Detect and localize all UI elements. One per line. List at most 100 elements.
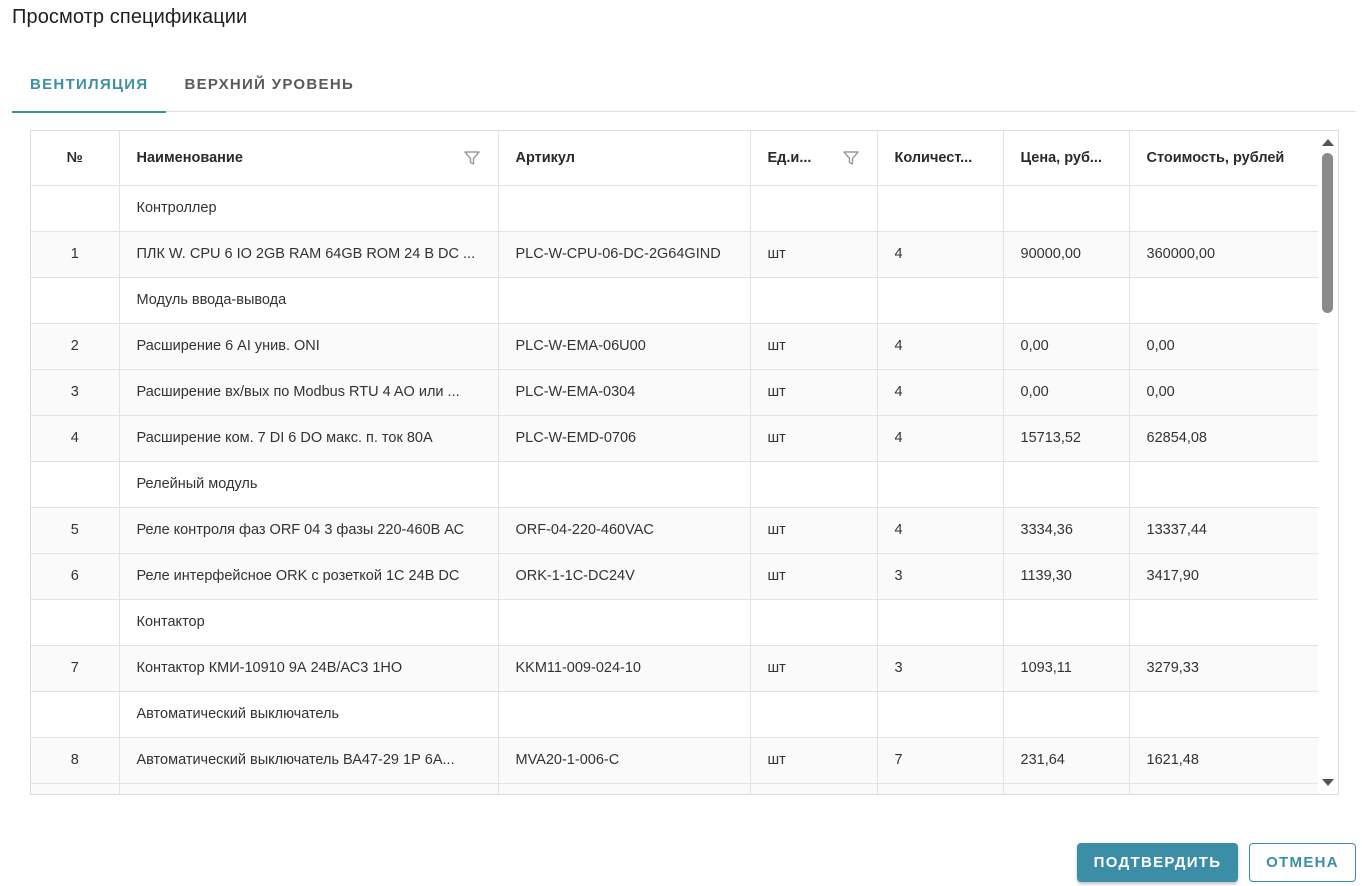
cell-name: Расширение ком. 7 DI 6 DO макс. п. ток 8… [119,415,499,462]
cell-unit: шт [750,323,878,370]
empty-cell [1129,691,1321,738]
table-row[interactable]: 7 Контактор КМИ-10910 9А 24В/АС3 1НО KKM11… [31,645,1321,692]
group-row[interactable]: Релейный модуль [31,461,1321,508]
tab-top-level[interactable]: ВЕРХНИЙ УРОВЕНЬ [166,56,372,112]
column-header-unit[interactable]: Ед.и... [750,131,878,186]
empty-cell [750,461,878,508]
column-header-number[interactable]: № [31,131,120,186]
empty-cell [877,277,1004,324]
cell-cost: 0,00 [1129,369,1321,416]
empty-cell [877,461,1004,508]
filter-icon[interactable] [842,149,860,167]
cancel-button[interactable]: ОТМЕНА [1249,843,1356,882]
cell-cost: 3279,33 [1129,645,1321,692]
confirm-button[interactable]: ПОДТВЕРДИТЬ [1077,843,1238,882]
cell-cost: 1621,48 [1129,737,1321,784]
empty-cell [31,277,120,324]
empty-cell [498,461,751,508]
filter-icon[interactable] [463,149,481,167]
cell-unit: шт [750,415,878,462]
cell-quantity: 4 [877,369,1004,416]
cell-article: ORK-1-1C-DC24V [498,553,751,600]
column-header-quantity[interactable]: Количест... [877,131,1004,186]
empty-cell [1003,691,1130,738]
scroll-down-arrow-icon[interactable] [1322,779,1334,786]
group-row[interactable]: Контактор [31,599,1321,646]
cell-quantity: 4 [877,507,1004,554]
scrollbar-thumb[interactable] [1322,153,1333,313]
tab-ventilation[interactable]: ВЕНТИЛЯЦИЯ [12,56,167,113]
cell-price: 0,00 [1003,369,1130,416]
group-label: Контактор [119,599,499,646]
column-header-name[interactable]: Наименование [119,131,499,186]
empty-cell [1003,461,1130,508]
cell-price: 0,00 [1003,323,1130,370]
cell-cost: 0,00 [1129,323,1321,370]
table-row[interactable]: 6 Реле интерфейсное ORK с розеткой 1С 24В… [31,553,1321,600]
empty-cell [1129,185,1321,232]
cell-cost: 3417,90 [1129,553,1321,600]
empty-cell [877,185,1004,232]
empty-cell [877,691,1004,738]
cell-cost: 62854,08 [1129,415,1321,462]
empty-cell [498,185,751,232]
table-row[interactable]: 3 Расширение вх/вых по Modbus RTU 4 AO ил… [31,369,1321,416]
cell-article: PLC-W-EMA-0304 [498,369,751,416]
table-row[interactable]: 1 ПЛК W. CPU 6 IO 2GB RAM 64GB ROM 24 В D… [31,231,1321,278]
vertical-scrollbar[interactable] [1318,131,1338,794]
cell-article: PLC-W-EMA-06U00 [498,323,751,370]
cell-quantity: 4 [877,231,1004,278]
cell-unit: шт [750,645,878,692]
scroll-up-arrow-icon[interactable] [1322,139,1334,146]
table-row[interactable]: 2 Расширение 6 AI унив. ONI PLC-W-EMA-06U0… [31,323,1321,370]
empty-cell [877,599,1004,646]
cell-unit [750,783,878,794]
cell-price: 1139,30 [1003,553,1130,600]
cell-article: PLC-W-EMD-0706 [498,415,751,462]
cell-name: Реле интерфейсное ORK с розеткой 1С 24В … [119,553,499,600]
cell-name: Контактор КМИ-10910 9А 24В/АС3 1НО [119,645,499,692]
empty-cell [498,277,751,324]
column-header-label: Цена, руб... [1020,149,1103,166]
column-header-label: Стоимость, рублей [1146,149,1285,166]
table-row[interactable] [31,783,1321,794]
group-row[interactable]: Автоматический выключатель [31,691,1321,738]
column-header-article[interactable]: Артикул [498,131,751,186]
table-row[interactable]: 4 Расширение ком. 7 DI 6 DO макс. п. ток … [31,415,1321,462]
cell-name: Расширение 6 AI унив. ONI [119,323,499,370]
cell-article: ORF-04-220-460VAC [498,507,751,554]
empty-cell [750,599,878,646]
dialog-title: Просмотр спецификации [12,6,248,28]
group-row[interactable]: Модуль ввода-вывода [31,277,1321,324]
column-header-price[interactable]: Цена, руб... [1003,131,1130,186]
tab-bar: ВЕНТИЛЯЦИЯ ВЕРХНИЙ УРОВЕНЬ [12,56,1356,113]
table-row[interactable]: 5 Реле контроля фаз ORF 04 3 фазы 220-460… [31,507,1321,554]
cell-name [119,783,499,794]
cell-price [1003,783,1130,794]
cell-number: 5 [31,507,120,554]
empty-cell [1003,599,1130,646]
empty-cell [750,691,878,738]
cell-article: MVA20-1-006-C [498,737,751,784]
cell-article: PLC-W-CPU-06-DC-2G64GIND [498,231,751,278]
group-row[interactable]: Контроллер [31,185,1321,232]
column-header-label: Артикул [515,149,576,166]
cell-name: ПЛК W. CPU 6 IO 2GB RAM 64GB ROM 24 В DC… [119,231,499,278]
table-body: Контроллер 1 ПЛК W. CPU 6 IO 2GB RAM 64GB … [31,185,1321,794]
cell-quantity: 4 [877,323,1004,370]
empty-cell [750,277,878,324]
cell-price: 3334,36 [1003,507,1130,554]
column-header-label: Ед.и... [767,149,812,166]
column-header-cost[interactable]: Стоимость, рублей [1129,131,1321,186]
cell-number [31,783,120,794]
empty-cell [1003,277,1130,324]
empty-cell [1129,277,1321,324]
cell-unit: шт [750,553,878,600]
empty-cell [1129,599,1321,646]
cell-quantity: 7 [877,737,1004,784]
table-row[interactable]: 8 Автоматический выключатель ВА47-29 1Р 6… [31,737,1321,784]
cell-number: 6 [31,553,120,600]
cell-price: 1093,11 [1003,645,1130,692]
group-label: Релейный модуль [119,461,499,508]
cell-name: Автоматический выключатель ВА47-29 1Р 6А… [119,737,499,784]
